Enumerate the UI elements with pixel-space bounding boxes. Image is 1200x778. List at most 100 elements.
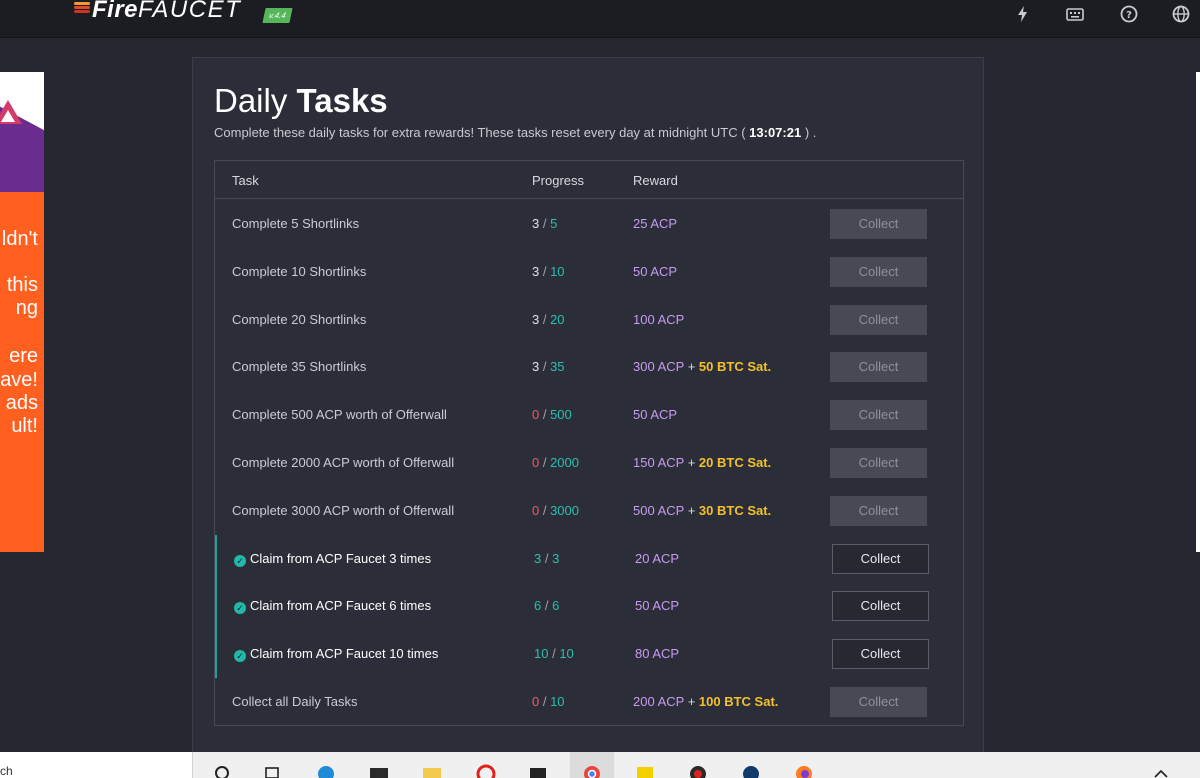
task-progress: 3 / 10 — [532, 263, 565, 279]
reward-acp: 20 ACP — [635, 550, 680, 566]
task-reward: 25 ACP — [633, 216, 677, 231]
reward-acp: 200 ACP — [633, 694, 685, 709]
task-name: ✓ Claim from ACP Faucet 6 times — [234, 598, 431, 615]
task-progress: 3 / 5 — [532, 216, 558, 231]
task-progress: 10 / 10 — [534, 646, 574, 662]
top-navbar: FireFAUCET v.4.4 ? — [0, 0, 1200, 38]
progress-target: 20 — [550, 311, 565, 327]
taskbar-search-box[interactable]: ch — [0, 752, 193, 778]
collect-button[interactable]: Collect — [830, 209, 927, 239]
mail-icon[interactable] — [368, 762, 390, 778]
collect-button[interactable]: Collect — [830, 352, 927, 383]
table-row: ✓ Claim from ACP Faucet 6 times 6 / 6 50 AC… — [215, 582, 963, 631]
task-reward: 150 ACP + 20 BTC Sat. — [633, 455, 772, 470]
reward-btc: 20 BTC Sat. — [698, 455, 772, 470]
task-reward: 300 ACP + 50 BTC Sat. — [633, 359, 772, 375]
right-advertisement[interactable] — [1196, 72, 1200, 552]
collect-button[interactable]: Collect — [830, 304, 927, 335]
table-row: Collect all Daily Tasks 0 / 10 200 ACP + 1… — [215, 678, 963, 726]
ad-text-line: ng — [15, 297, 38, 319]
lightning-icon[interactable] — [1013, 4, 1033, 24]
reward-btc: 100 BTC Sat. — [698, 694, 779, 709]
task-name: Collect all Daily Tasks — [232, 694, 358, 709]
reward-acp: 80 ACP — [635, 646, 680, 662]
ad-graphic — [0, 72, 44, 192]
ad-text-line: this — [6, 274, 38, 296]
table-row: Complete 3000 ACP worth of Offerwall 0 / … — [215, 487, 963, 535]
app-icon-blue[interactable] — [740, 762, 762, 778]
task-view-icon[interactable] — [262, 762, 284, 778]
collect-button[interactable]: Collect — [832, 543, 929, 574]
progress-current: 10 — [534, 646, 549, 662]
table-row: ✓ Claim from ACP Faucet 3 times 3 / 3 20 AC… — [215, 534, 963, 583]
collect-button[interactable]: Collect — [830, 495, 927, 526]
reward-acp: 25 ACP — [633, 216, 678, 231]
ad-text-line: ult! — [11, 415, 38, 437]
reward-acp: 50 ACP — [633, 263, 678, 279]
progress-target: 500 — [550, 407, 572, 423]
task-name: ✓ Claim from ACP Faucet 10 times — [234, 646, 438, 663]
reset-timer: 13:07:21 — [749, 125, 802, 140]
check-circle-icon: ✓ — [234, 554, 246, 567]
task-progress: 3 / 35 — [532, 359, 565, 375]
ad-text-line: ads — [5, 392, 38, 414]
table-header: Task Progress Reward — [215, 161, 963, 199]
task-progress: 0 / 500 — [532, 407, 572, 423]
collect-button[interactable]: Collect — [830, 448, 927, 478]
task-reward: 80 ACP — [635, 646, 679, 661]
task-reward: 500 ACP + 30 BTC Sat. — [633, 502, 772, 518]
table-row: Complete 2000 ACP worth of Offerwall 0 / … — [215, 439, 963, 487]
sticky-notes-icon[interactable] — [634, 762, 656, 778]
header-reward: Reward — [633, 173, 678, 188]
firefox-icon[interactable] — [793, 762, 815, 778]
progress-target: 5 — [550, 216, 558, 231]
task-name: Complete 3000 ACP worth of Offerwall — [232, 502, 455, 518]
app-icon-red[interactable] — [687, 762, 709, 778]
task-name: Complete 500 ACP worth of Offerwall — [232, 407, 447, 423]
collect-button[interactable]: Collect — [832, 591, 929, 622]
chrome-icon[interactable] — [581, 762, 603, 778]
ad-text-line: ldn't — [1, 228, 38, 250]
edge-browser-icon[interactable] — [315, 762, 337, 778]
logo-text-faucet: FAUCET — [138, 0, 242, 23]
chevron-up-icon[interactable] — [1150, 762, 1172, 778]
help-icon[interactable]: ? — [1119, 4, 1139, 24]
left-advertisement[interactable]: ldn't this ng ere ave! ads ult! — [0, 72, 44, 552]
table-row: Complete 5 Shortlinks 3 / 5 25 ACP Collect — [215, 200, 963, 248]
table-row: Complete 500 ACP worth of Offerwall 0 / 5… — [215, 391, 963, 439]
task-progress: 0 / 10 — [532, 694, 565, 709]
daily-tasks-panel: Daily Tasks Complete these daily tasks f… — [192, 57, 984, 762]
collect-button[interactable]: Collect — [830, 256, 927, 287]
collect-button[interactable]: Collect — [832, 639, 929, 670]
store-icon[interactable] — [527, 762, 549, 778]
task-name: Complete 5 Shortlinks — [232, 216, 360, 231]
task-name: ✓ Claim from ACP Faucet 3 times — [234, 551, 431, 567]
reward-acp: 100 ACP — [633, 311, 685, 327]
flame-icon — [74, 6, 90, 9]
file-explorer-icon[interactable] — [421, 762, 443, 778]
progress-target: 35 — [550, 359, 565, 375]
check-circle-icon: ✓ — [234, 650, 246, 663]
ad-text-line: ave! — [0, 369, 38, 391]
table-row: ✓ Claim from ACP Faucet 10 times 10 / 10 80… — [215, 630, 963, 679]
collect-button[interactable]: Collect — [830, 400, 927, 431]
reward-acp: 300 ACP — [633, 359, 685, 375]
opera-icon[interactable] — [475, 762, 497, 778]
collect-button[interactable]: Collect — [830, 687, 927, 717]
table-row: Complete 10 Shortlinks 3 / 10 50 ACP Collec… — [215, 248, 963, 296]
reward-acp: 50 ACP — [633, 407, 678, 423]
progress-target: 3000 — [550, 502, 579, 518]
svg-text:?: ? — [1126, 10, 1132, 21]
table-row: Complete 35 Shortlinks 3 / 35 300 ACP + 50… — [215, 343, 963, 391]
keyboard-icon[interactable] — [1065, 4, 1085, 24]
globe-icon[interactable] — [1171, 4, 1191, 24]
progress-target: 10 — [550, 694, 565, 709]
progress-target: 6 — [552, 598, 560, 614]
task-progress: 0 / 2000 — [532, 455, 579, 470]
reward-acp: 150 ACP — [633, 455, 685, 470]
firefaucet-logo[interactable]: FireFAUCET — [74, 0, 242, 24]
progress-target: 2000 — [550, 455, 579, 470]
search-icon[interactable] — [212, 762, 234, 778]
progress-target: 3 — [552, 550, 560, 566]
task-reward: 50 ACP — [633, 407, 677, 422]
